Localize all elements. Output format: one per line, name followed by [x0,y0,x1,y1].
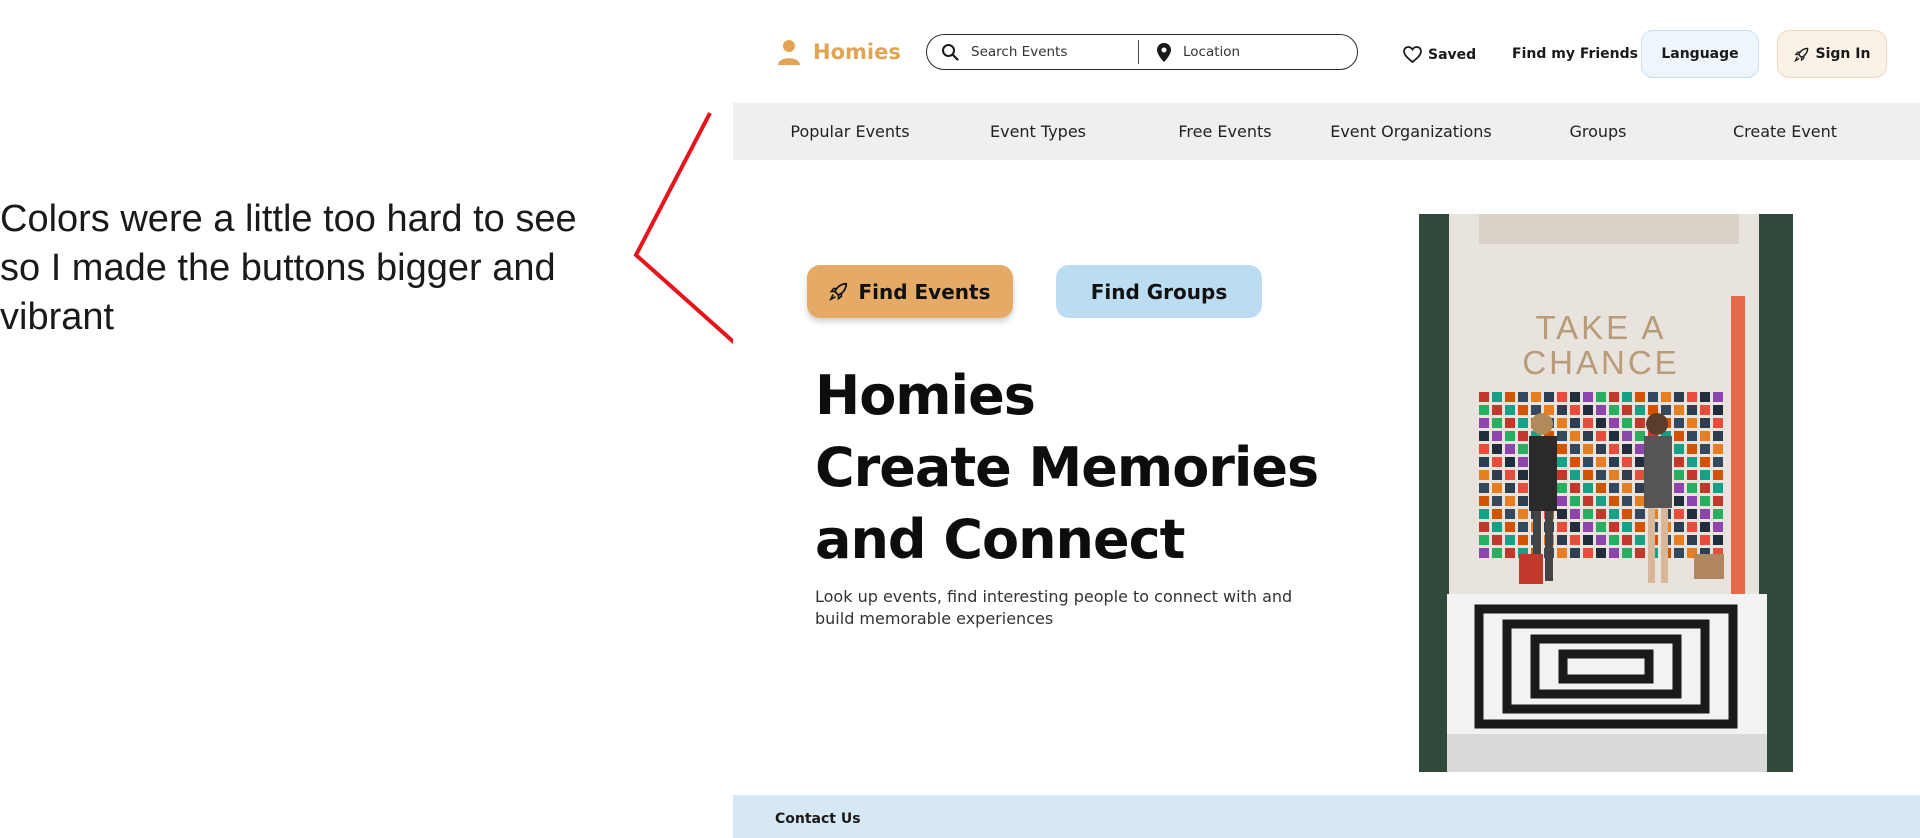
language-label: Language [1661,46,1739,62]
category-nav: Popular Events Event Types Free Events E… [733,103,1920,160]
sign-in-label: Sign In [1815,46,1871,62]
hero-subtext: Look up events, find interesting people … [815,587,1293,628]
brand[interactable]: Homies [775,38,901,66]
hero-photo: TAKE A CHANCE [1419,214,1793,772]
annotation-line-2: so I made the buttons bigger and [0,247,556,289]
search-icon [942,44,959,61]
headline-line-1: Homies [815,364,1036,427]
find-groups-label: Find Groups [1090,279,1228,304]
heart-icon [1403,46,1422,63]
location-placeholder: Location [1183,44,1241,60]
hero-photo-illustration: TAKE A CHANCE [1419,214,1793,772]
headline-line-3: and Connect [815,508,1185,571]
rocket-icon [1793,47,1808,62]
rocket-icon [829,282,848,301]
nav-free-events[interactable]: Free Events [1140,103,1310,160]
location-field[interactable]: Location [1139,35,1240,69]
nav-event-types[interactable]: Event Types [953,103,1123,160]
sign-in-button[interactable]: Sign In [1777,30,1887,78]
homies-app: Homies Search Events Location Saved Find… [733,0,1920,838]
headline-line-2: Create Memories [815,436,1319,499]
contact-us-link[interactable]: Contact Us [775,811,861,827]
person-icon [778,40,800,65]
find-my-friends-label: Find my Friends [1512,46,1638,62]
find-events-button[interactable]: Find Events [807,265,1013,318]
saved-link[interactable]: Saved [1403,46,1476,63]
nav-create-event[interactable]: Create Event [1700,103,1870,160]
annotation-line-1: Colors were a little too hard to see [0,198,577,240]
find-groups-button[interactable]: Find Groups [1056,265,1262,318]
saved-label: Saved [1428,46,1477,63]
event-search-field[interactable]: Search Events [927,40,1139,64]
annotation-pointer-line [633,112,748,355]
footer: Contact Us [733,795,1920,838]
location-pin-icon [1157,42,1171,62]
photo-sign-line-1: TAKE A [1535,309,1666,346]
find-events-label: Find Events [858,279,991,304]
brand-name: Homies [813,40,901,64]
nav-event-organizations[interactable]: Event Organizations [1306,103,1516,160]
nav-popular-events[interactable]: Popular Events [765,103,935,160]
annotation-line-3: vibrant [0,296,115,338]
language-button[interactable]: Language [1641,30,1759,78]
search-bar: Search Events Location [926,34,1358,70]
annotation-note: Colors were a little too hard to see so … [0,195,640,342]
event-search-placeholder: Search Events [971,44,1068,60]
photo-sign-line-2: CHANCE [1522,344,1679,381]
top-bar: Homies Search Events Location Saved Find… [733,0,1920,103]
nav-groups[interactable]: Groups [1513,103,1683,160]
hero-headline: Homies Create Memories and Connect [815,360,1319,576]
find-my-friends-link[interactable]: Find my Friends [1512,46,1638,62]
